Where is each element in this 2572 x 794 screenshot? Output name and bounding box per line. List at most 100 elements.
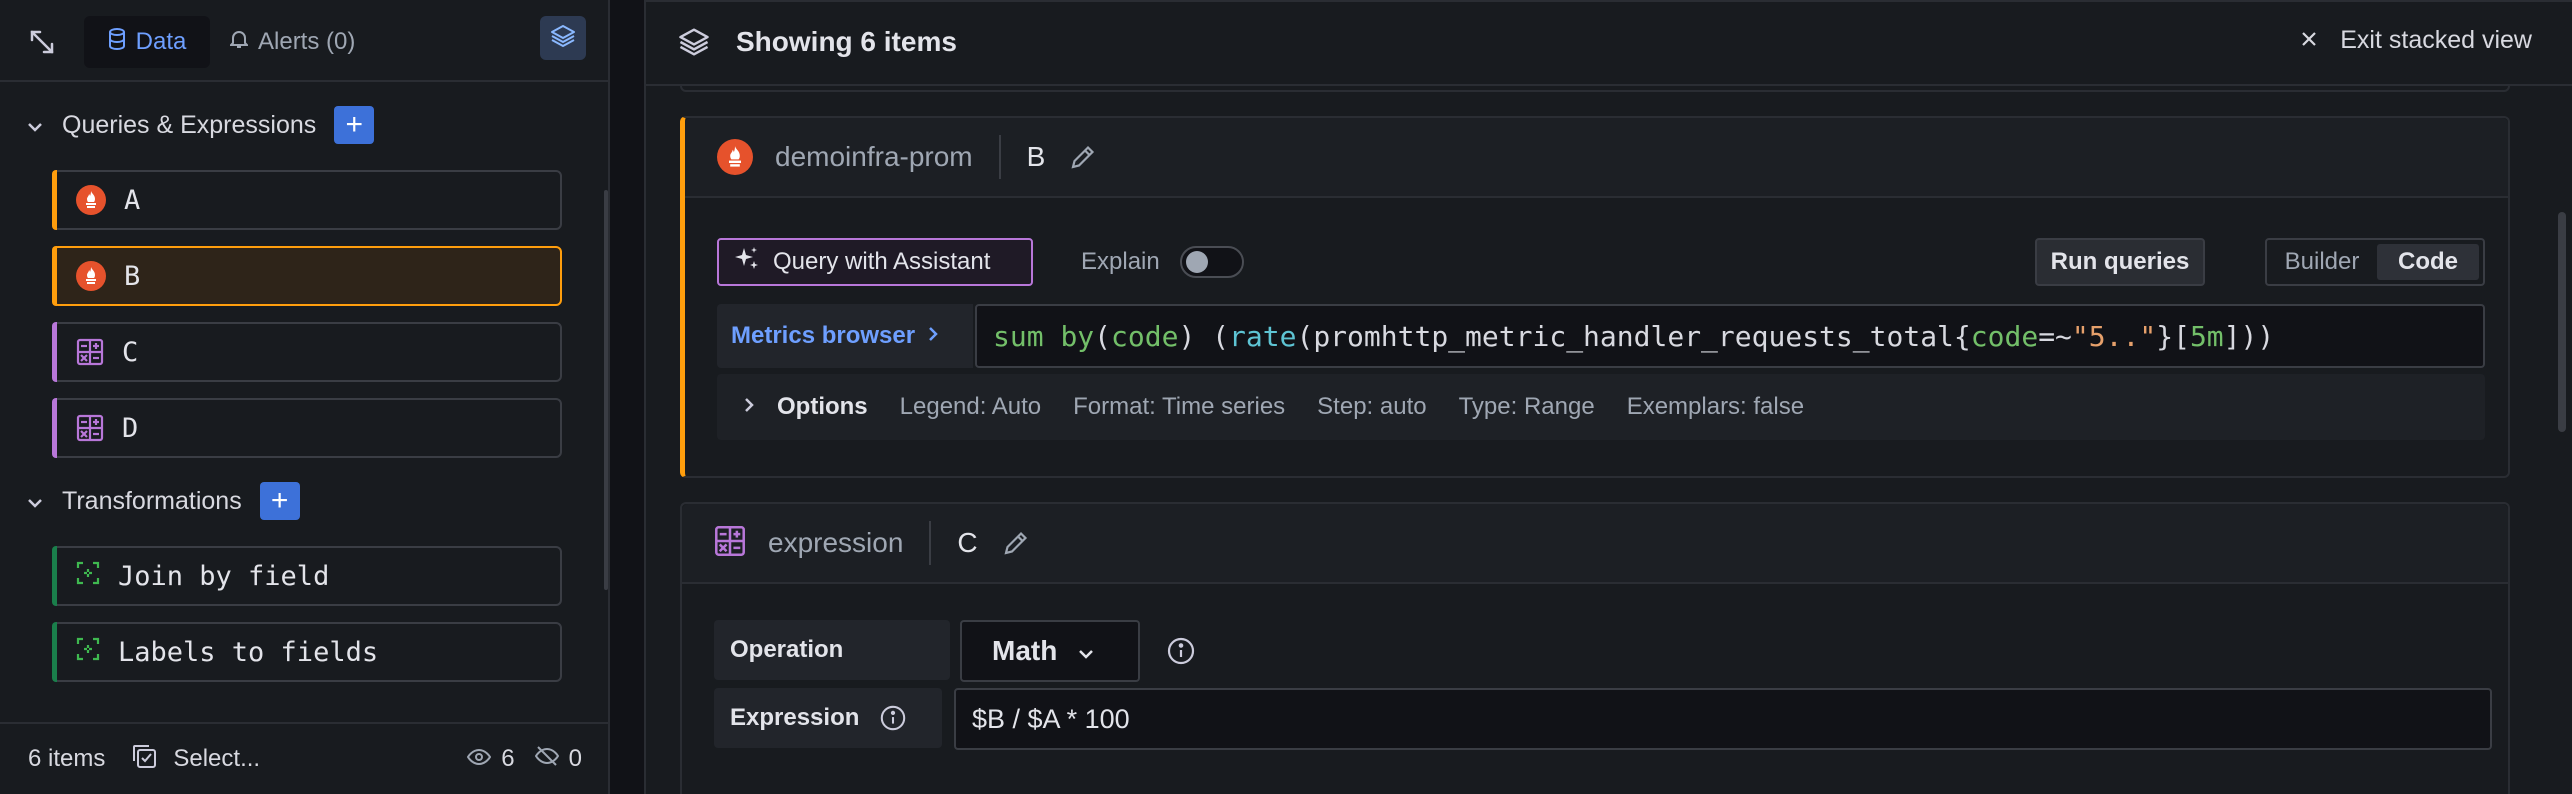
query-token (1044, 320, 1061, 353)
option-exemplars: Exemplars: false (1626, 393, 1805, 420)
query-card-header: demoinfra-prom B (685, 118, 2508, 198)
transform-icon (76, 637, 100, 668)
query-token: sum (993, 319, 1044, 353)
visible-count[interactable]: 6 (467, 745, 515, 773)
datasource-name[interactable]: expression (768, 527, 903, 559)
query-item-c[interactable]: C (52, 322, 562, 382)
expression-label-box: Expression (714, 688, 942, 748)
item-count: 6 items (28, 745, 106, 772)
query-token: "5.." (2071, 319, 2157, 353)
option-step: Step: auto (1317, 393, 1427, 420)
query-label: C (122, 336, 139, 368)
chevron-down-icon (1077, 635, 1095, 667)
option-legend: Legend: Auto (899, 393, 1042, 420)
query-token: =~ (2038, 319, 2072, 353)
add-query-button[interactable]: + (334, 106, 375, 144)
chevron-down-icon (26, 111, 44, 140)
expression-card-header: expression C (682, 504, 2508, 584)
pencil-icon[interactable] (1002, 529, 1030, 557)
chevron-down-icon (26, 487, 44, 516)
query-options-row[interactable]: Options Legend: Auto Format: Time series… (717, 374, 2485, 440)
transform-icon (76, 561, 100, 592)
sidebar-footer: 6 items Select... 6 0 (0, 722, 608, 794)
query-token: ) ( (1178, 319, 1230, 353)
query-label: D (122, 412, 139, 444)
info-icon[interactable] (1166, 636, 1196, 671)
expand-icon[interactable] (26, 26, 58, 58)
query-color-bar (52, 398, 57, 458)
prometheus-icon (76, 185, 106, 215)
query-card-b: demoinfra-prom B Query with Assistant Ex… (680, 116, 2510, 478)
divider (998, 135, 1001, 179)
expression-card-c: expression C Operation Math Expression $… (680, 502, 2510, 794)
add-transformation-button[interactable]: + (259, 482, 300, 520)
query-item-a[interactable]: A (52, 170, 562, 230)
query-label: A (124, 184, 141, 216)
visible-count-value: 6 (501, 745, 515, 772)
operation-value: Math (992, 635, 1058, 666)
explain-toggle[interactable] (1179, 246, 1244, 278)
expression-ref-id: C (957, 527, 978, 558)
layers-icon (550, 23, 576, 54)
transformations-heading: Transformations (62, 486, 242, 515)
query-color-bar (52, 246, 57, 306)
hidden-count[interactable]: 0 (534, 745, 582, 773)
main-scrollbar[interactable] (2558, 212, 2566, 432)
operation-select[interactable]: Math (960, 620, 1140, 682)
query-item-d[interactable]: D (52, 398, 562, 458)
exit-label: Exit stacked view (2340, 26, 2532, 54)
layers-icon (678, 26, 710, 63)
sidebar-scrollbar[interactable] (604, 190, 608, 590)
query-ref-id: B (1026, 141, 1046, 172)
assistant-label: Query with Assistant (773, 248, 991, 275)
select-button[interactable]: Select... (131, 743, 260, 776)
datasource-name[interactable]: demoinfra-prom (775, 141, 973, 173)
eye-icon (467, 745, 492, 773)
transformation-item-labels[interactable]: Labels to fields (52, 622, 562, 682)
transformation-label: Join by field (118, 560, 330, 592)
transformation-item-join[interactable]: Join by field (52, 546, 562, 606)
prometheus-icon (76, 261, 106, 291)
query-label: B (124, 260, 141, 292)
run-queries-button[interactable]: Run queries (2035, 238, 2205, 286)
expression-input[interactable]: $B / $A * 100 (954, 688, 2492, 750)
close-icon (2300, 26, 2318, 55)
expression-icon (76, 338, 104, 366)
metrics-browser-button[interactable]: Metrics browser (717, 304, 973, 368)
exit-stacked-view-button[interactable]: Exit stacked view (2300, 26, 2532, 55)
query-sidebar: Data Alerts (0) Queries & Expressions + … (0, 0, 610, 794)
query-item-b[interactable]: B (52, 246, 562, 306)
database-icon (108, 27, 126, 57)
mode-code[interactable]: Code (2377, 244, 2479, 280)
explain-toggle-group: Explain (1081, 246, 1244, 278)
tab-alerts[interactable]: Alerts (0) (228, 16, 380, 68)
pencil-icon[interactable] (1069, 143, 1097, 171)
metrics-browser-label: Metrics browser (731, 322, 916, 349)
chevron-right-icon (927, 322, 939, 350)
stacked-view-button[interactable] (540, 16, 586, 60)
previous-card-edge (680, 86, 2510, 92)
expression-icon (76, 414, 104, 442)
eye-slash-icon (534, 745, 559, 773)
sidebar-toolbar: Data Alerts (0) (0, 0, 608, 82)
promql-query-editor[interactable]: sum by(code) (rate (promhttp_metric_handl… (975, 304, 2485, 368)
stacked-view-header: Showing 6 items Exit stacked view (646, 2, 2572, 86)
transformations-section-header[interactable]: Transformations + (26, 482, 300, 520)
hidden-count-value: 0 (568, 745, 582, 772)
chevron-right-icon (743, 393, 755, 421)
queries-section-header[interactable]: Queries & Expressions + (26, 106, 375, 144)
prometheus-icon (717, 139, 753, 175)
queries-heading: Queries & Expressions (62, 110, 317, 139)
editor-mode-toggle: Builder Code (2265, 238, 2485, 286)
bell-icon (228, 28, 250, 56)
select-label: Select... (173, 745, 261, 772)
info-icon[interactable] (879, 704, 907, 732)
query-token: by (1060, 319, 1095, 353)
query-token: code (1111, 319, 1179, 353)
query-with-assistant-button[interactable]: Query with Assistant (717, 238, 1033, 286)
expression-label: Expression (730, 704, 860, 731)
tab-data[interactable]: Data (84, 16, 210, 68)
query-token: code (1970, 319, 2039, 353)
query-token: rate (1229, 319, 1297, 353)
mode-builder[interactable]: Builder (2271, 244, 2373, 280)
